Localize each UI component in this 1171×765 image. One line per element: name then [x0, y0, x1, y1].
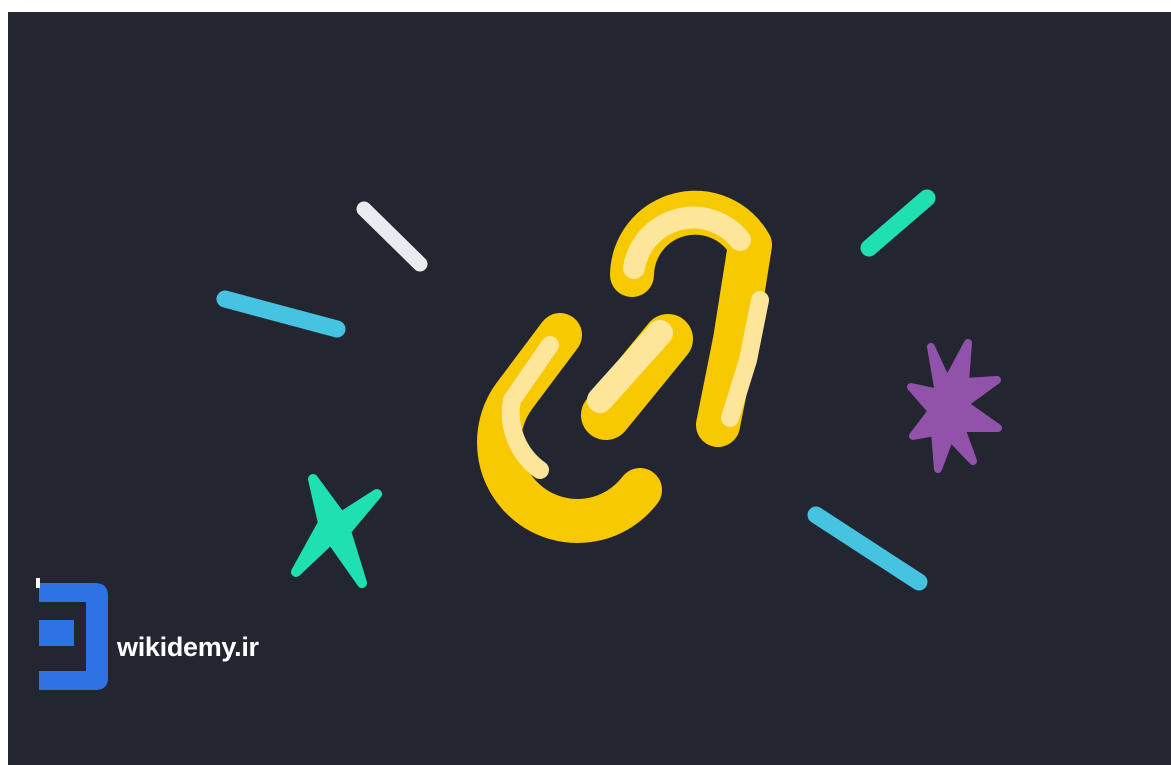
- logo-mark: [36, 578, 40, 588]
- watermark-text: wikidemy.ir: [117, 632, 259, 662]
- logo-inner: [39, 620, 74, 646]
- wikidemy-logo-icon: [36, 578, 108, 690]
- image-frame: wikidemy.ir: [0, 0, 1171, 765]
